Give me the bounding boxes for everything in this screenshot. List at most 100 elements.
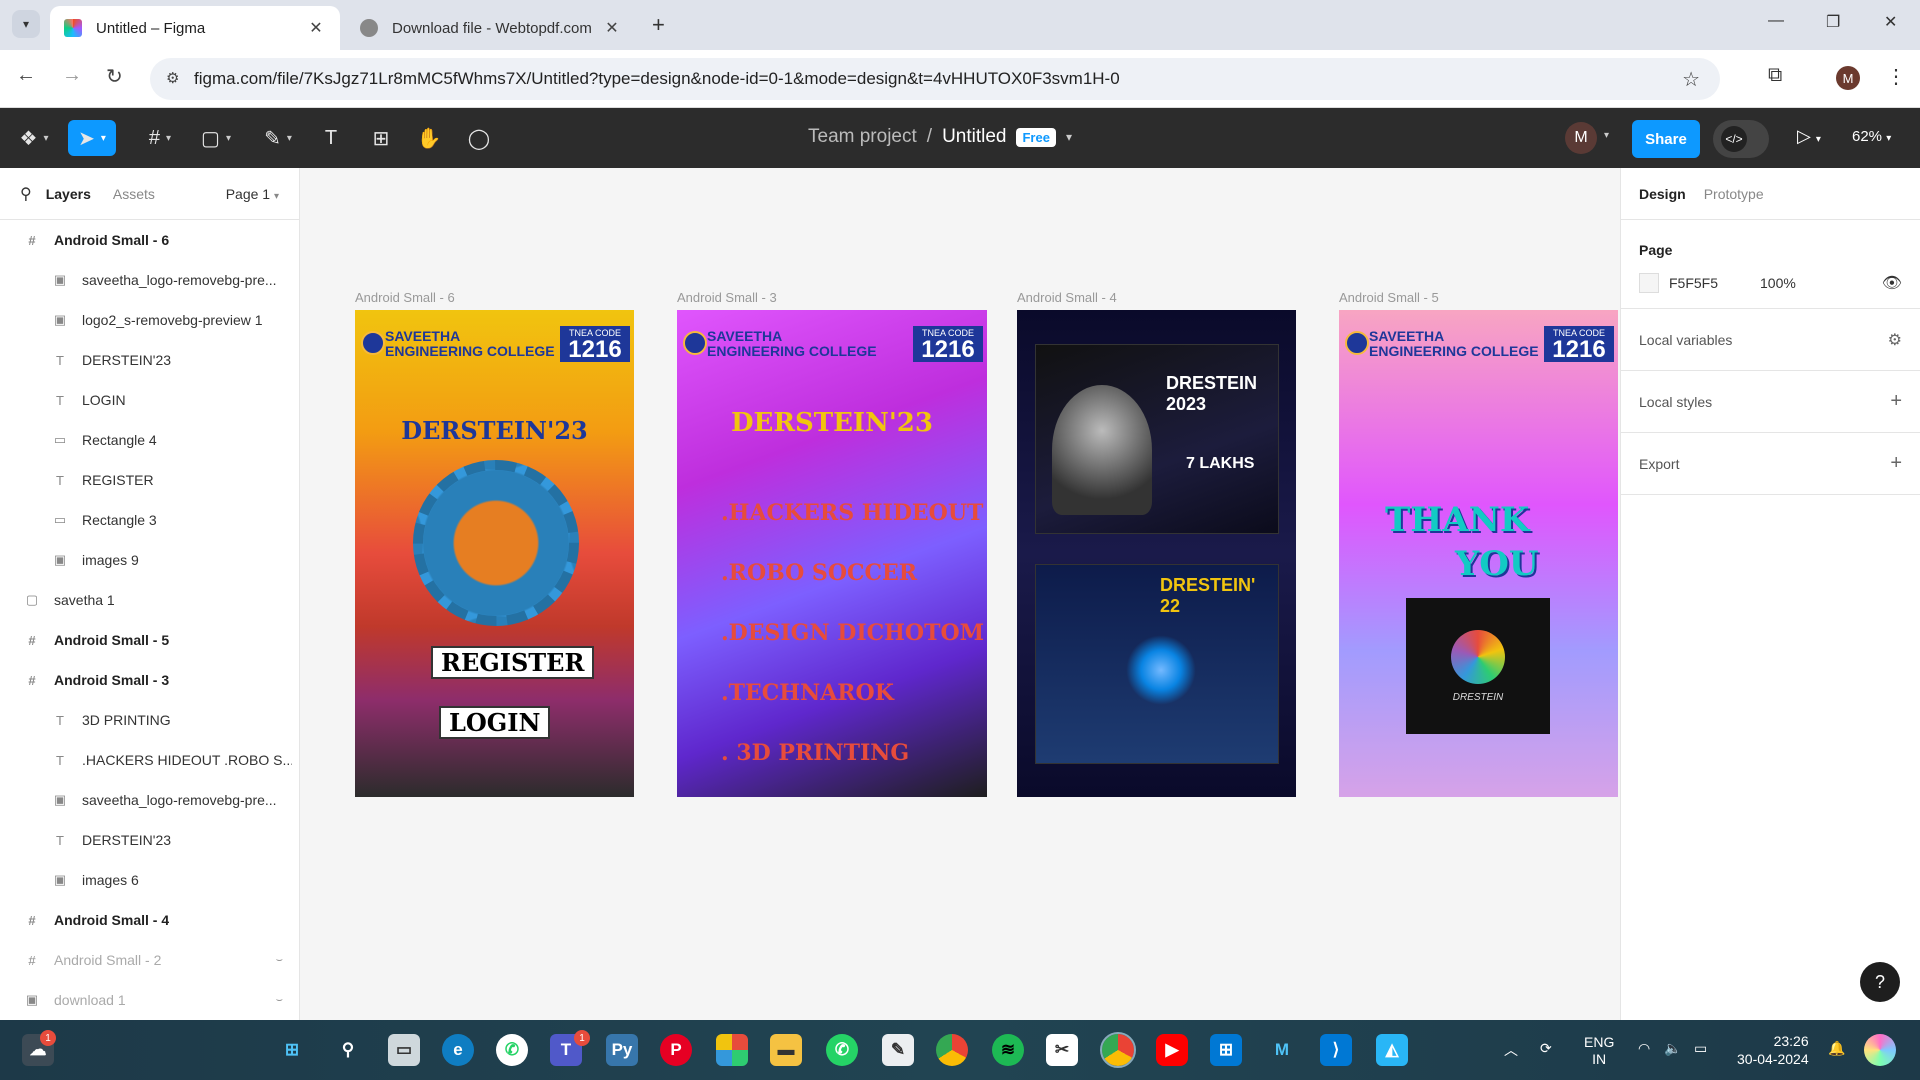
frame-android-small-4[interactable]: DRESTEIN 2023 7 LAKHS DRESTEIN' 22 (1017, 310, 1296, 797)
share-button[interactable]: Share (1632, 120, 1700, 158)
browser-menu-icon[interactable]: ⋮ (1886, 64, 1906, 89)
page-opacity-value[interactable]: 100% (1760, 275, 1796, 291)
youtube-icon[interactable]: ▶ (1156, 1034, 1188, 1066)
layer-item[interactable]: T REGISTER (0, 460, 299, 500)
wifi-icon[interactable]: ◠ (1638, 1040, 1650, 1057)
clock[interactable]: 23:26 30-04-2024 (1737, 1032, 1809, 1068)
close-tab-icon[interactable]: ✕ (602, 18, 622, 38)
layer-item[interactable]: T LOGIN (0, 380, 299, 420)
search-icon[interactable]: ⚲ (20, 184, 32, 204)
spotify-icon[interactable]: ≋ (992, 1034, 1024, 1066)
tab-webtopdf[interactable]: Download file - Webtopdf.com ✕ (346, 6, 636, 50)
close-window-icon[interactable]: ✕ (1884, 12, 1897, 32)
copilot-icon[interactable] (1864, 1034, 1896, 1066)
snipping-tool-icon[interactable]: ✂ (1046, 1034, 1078, 1066)
layer-item[interactable]: # Android Small - 2 ⌣ (0, 940, 299, 980)
pinterest-icon[interactable]: P (660, 1034, 692, 1066)
pen-tool-icon[interactable]: ✎ ▾ (258, 120, 298, 156)
extensions-icon[interactable]: ⧉ (1768, 64, 1782, 87)
visibility-eye-icon[interactable]: 👁 (1882, 273, 1902, 293)
layer-item[interactable]: ▣ images 9 (0, 540, 299, 580)
back-icon[interactable]: ← (16, 64, 36, 87)
add-style-icon[interactable]: + (1890, 390, 1902, 413)
tab-design[interactable]: Design (1639, 186, 1686, 202)
close-tab-icon[interactable]: ✕ (306, 18, 326, 38)
variables-settings-icon[interactable]: ⚙ (1888, 330, 1902, 350)
python-icon[interactable]: Py (606, 1034, 638, 1066)
layer-item[interactable]: ▣ download 1 ⌣ (0, 980, 299, 1020)
layer-item[interactable]: ▭ Rectangle 4 (0, 420, 299, 460)
dev-mode-toggle[interactable]: </> (1713, 120, 1769, 158)
add-export-icon[interactable]: + (1890, 452, 1902, 475)
tab-prototype[interactable]: Prototype (1704, 186, 1764, 202)
volume-icon[interactable]: 🔈 (1664, 1040, 1681, 1057)
task-view-icon[interactable]: ▭ (388, 1034, 420, 1066)
app-m-icon[interactable]: M (1266, 1034, 1298, 1066)
url-bar[interactable]: ⚙ figma.com/file/7KsJgz71Lr8mMC5fWhms7X/… (150, 58, 1720, 100)
restore-icon[interactable]: ❐ (1826, 12, 1840, 32)
shape-tool-icon[interactable]: ▢ ▾ (196, 120, 236, 156)
site-info-icon[interactable]: ⚙ (166, 69, 179, 87)
frame-label[interactable]: Android Small - 4 (1017, 290, 1117, 305)
layer-item[interactable]: T DERSTEIN'23 (0, 820, 299, 860)
store-icon[interactable]: ⊞ (1210, 1034, 1242, 1066)
page-color-value[interactable]: F5F5F5 (1669, 275, 1718, 291)
layer-item[interactable]: # Android Small - 5 (0, 620, 299, 660)
frame-android-small-3[interactable]: SAVEETHA ENGINEERING COLLEGE TNEA CODE 121… (677, 310, 987, 797)
layer-item[interactable]: T 3D PRINTING (0, 700, 299, 740)
move-tool-icon[interactable]: ➤ ▾ (68, 120, 116, 156)
design-canvas[interactable]: Android Small - 6 SAVEETHA ENGINEERING CO… (300, 168, 1620, 1020)
layer-item[interactable]: ▣ images 6 (0, 860, 299, 900)
page-color-swatch[interactable] (1639, 273, 1659, 293)
zoom-level[interactable]: 62% ▾ (1852, 128, 1891, 145)
battery-icon[interactable]: ▭ (1694, 1040, 1707, 1057)
present-icon[interactable]: ▷ ▾ (1797, 126, 1821, 147)
comment-tool-icon[interactable]: ◯ (464, 120, 494, 156)
office-icon[interactable] (716, 1034, 748, 1066)
frame-label[interactable]: Android Small - 5 (1339, 290, 1439, 305)
register-button[interactable]: REGISTER (431, 646, 595, 679)
frame-label[interactable]: Android Small - 3 (677, 290, 777, 305)
edge-icon[interactable]: e (442, 1034, 474, 1066)
layer-item[interactable]: T .HACKERS HIDEOUT .ROBO S... (0, 740, 299, 780)
resources-icon[interactable]: ⊞ (366, 120, 396, 156)
layer-item[interactable]: # Android Small - 3 (0, 660, 299, 700)
layer-item[interactable]: ▣ saveetha_logo-removebg-pre... (0, 260, 299, 300)
chrome-icon[interactable] (936, 1034, 968, 1066)
reload-icon[interactable]: ↻ (106, 64, 123, 89)
search-icon[interactable]: ⚲ (332, 1034, 364, 1066)
help-button[interactable]: ? (1860, 962, 1900, 1002)
sync-icon[interactable]: ⟳ (1540, 1040, 1552, 1057)
user-avatar[interactable]: M (1565, 122, 1597, 154)
frame-android-small-5[interactable]: SAVEETHA ENGINEERING COLLEGE TNEA CODE 121… (1339, 310, 1618, 797)
bookmark-star-icon[interactable]: ☆ (1682, 67, 1700, 92)
whatsapp-app-icon[interactable]: ✆ (826, 1034, 858, 1066)
project-name[interactable]: Team project (808, 126, 917, 148)
file-name[interactable]: Untitled (942, 126, 1006, 148)
photos-icon[interactable]: ◭ (1376, 1034, 1408, 1066)
frame-label[interactable]: Android Small - 6 (355, 290, 455, 305)
layer-item[interactable]: ▣ saveetha_logo-removebg-pre... (0, 780, 299, 820)
file-menu-chevron-icon[interactable]: ▾ (1066, 130, 1072, 144)
text-tool-icon[interactable]: T (316, 120, 346, 156)
layer-item[interactable]: # Android Small - 4 (0, 900, 299, 940)
profile-avatar[interactable]: M (1836, 66, 1860, 90)
file-explorer-icon[interactable]: ▬ (770, 1034, 802, 1066)
hidden-eye-icon[interactable]: ⌣ (276, 954, 283, 967)
layer-item[interactable]: ▣ logo2_s-removebg-preview 1 (0, 300, 299, 340)
plan-badge[interactable]: Free (1016, 127, 1056, 147)
tray-overflow-icon[interactable]: ︿ (1504, 1040, 1518, 1060)
page-selector[interactable]: Page 1 ▾ (226, 186, 279, 202)
tab-search-icon[interactable]: ▾ (12, 10, 40, 38)
tab-figma[interactable]: Untitled – Figma ✕ (50, 6, 340, 50)
frame-tool-icon[interactable]: # ▾ (140, 120, 180, 156)
hidden-eye-icon[interactable]: ⌣ (276, 994, 283, 1007)
layer-item[interactable]: T DERSTEIN'23 (0, 340, 299, 380)
chrome-profile-icon[interactable] (1100, 1032, 1136, 1068)
layer-item[interactable]: ▢ savetha 1 (0, 580, 299, 620)
new-tab-button[interactable]: + (652, 12, 665, 38)
hand-tool-icon[interactable]: ✋ (414, 120, 444, 156)
forward-icon[interactable]: → (62, 64, 82, 87)
language-indicator[interactable]: ENG IN (1584, 1034, 1614, 1068)
minimize-icon[interactable]: — (1768, 12, 1784, 30)
